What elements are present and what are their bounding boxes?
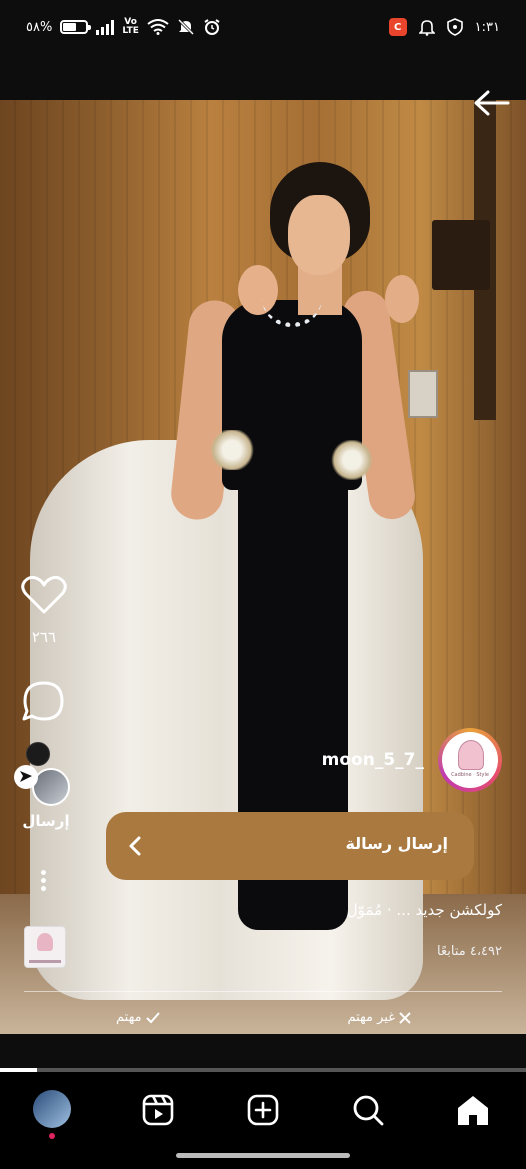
more-vertical-icon[interactable] <box>36 868 50 896</box>
reels-icon[interactable] <box>138 1090 178 1130</box>
battery-fill <box>63 23 77 31</box>
like-count: ٢٦٦ <box>31 628 57 646</box>
alarm-icon <box>204 19 220 35</box>
plus-square-icon[interactable] <box>243 1090 283 1130</box>
heart-icon[interactable] <box>18 575 70 615</box>
send-message-button[interactable]: إرسال رسالة <box>106 812 474 880</box>
send-icon[interactable] <box>14 765 38 789</box>
audio-thumbnail[interactable] <box>24 926 66 968</box>
home-glyph <box>458 1096 488 1125</box>
search-glyph <box>353 1095 384 1126</box>
profile-avatar-inner: Cadbine · Style <box>442 732 498 788</box>
music-disc[interactable] <box>26 742 50 766</box>
not-interested-button[interactable]: غير مهتم <box>347 1010 412 1025</box>
chevron-left-icon <box>129 836 141 856</box>
profile-tab-avatar[interactable] <box>33 1090 71 1128</box>
search-icon[interactable] <box>348 1090 388 1130</box>
reel-video[interactable] <box>0 100 526 1034</box>
clock: ١:٣١ <box>474 19 500 35</box>
profile-username[interactable]: moon_5_7_ <box>322 750 424 770</box>
send-glyph <box>20 771 32 782</box>
close-icon <box>399 1011 411 1024</box>
divider <box>24 991 502 992</box>
not-interested-label: غير مهتم <box>347 1010 395 1025</box>
thumbnail-logo <box>37 933 53 951</box>
reels-glyph <box>142 1094 174 1126</box>
interested-button[interactable]: مهتم <box>116 1010 161 1025</box>
brand-logo-text: Cadbine · Style <box>451 772 489 778</box>
volte-line2: LTE <box>122 26 139 36</box>
battery-percent: ٥٨% <box>26 19 53 35</box>
shield-icon <box>446 18 463 36</box>
face <box>288 195 350 275</box>
signal-icon <box>96 19 115 35</box>
arrow-right-icon[interactable] <box>472 88 512 118</box>
create-glyph <box>247 1094 279 1126</box>
bell-icon <box>418 20 435 36</box>
caption[interactable]: كولكشن جديد ... · مُمَوّل <box>347 901 502 919</box>
app-notification-icon: C <box>388 18 407 36</box>
model-figure <box>0 100 526 1034</box>
status-right: C ١:٣١ <box>388 18 500 36</box>
status-left: ٥٨% Vo LTE <box>26 18 221 36</box>
share-label[interactable]: إرسال <box>18 812 74 830</box>
profile-avatar[interactable]: Cadbine · Style <box>438 728 502 792</box>
interested-label: مهتم <box>116 1010 142 1025</box>
send-message-label: إرسال رسالة <box>345 834 448 853</box>
wifi-icon <box>147 19 169 35</box>
home-icon[interactable] <box>453 1090 493 1130</box>
volte-icon: Vo LTE <box>122 18 139 36</box>
check-icon <box>145 1011 160 1023</box>
hand-right <box>385 275 419 323</box>
embellishment-left <box>208 430 256 470</box>
notification-dot <box>49 1133 55 1139</box>
battery-icon <box>60 20 92 34</box>
brand-logo-icon <box>458 740 484 770</box>
comment-icon[interactable] <box>18 680 70 722</box>
status-bar: ٥٨% Vo LTE C ١:٣١ <box>0 0 526 60</box>
embellishment-right <box>330 440 374 480</box>
follower-count: ٤،٤٩٢ متابعًا <box>437 944 502 959</box>
mute-icon <box>177 18 194 36</box>
home-indicator <box>176 1153 350 1158</box>
thumbnail-text <box>29 960 61 963</box>
